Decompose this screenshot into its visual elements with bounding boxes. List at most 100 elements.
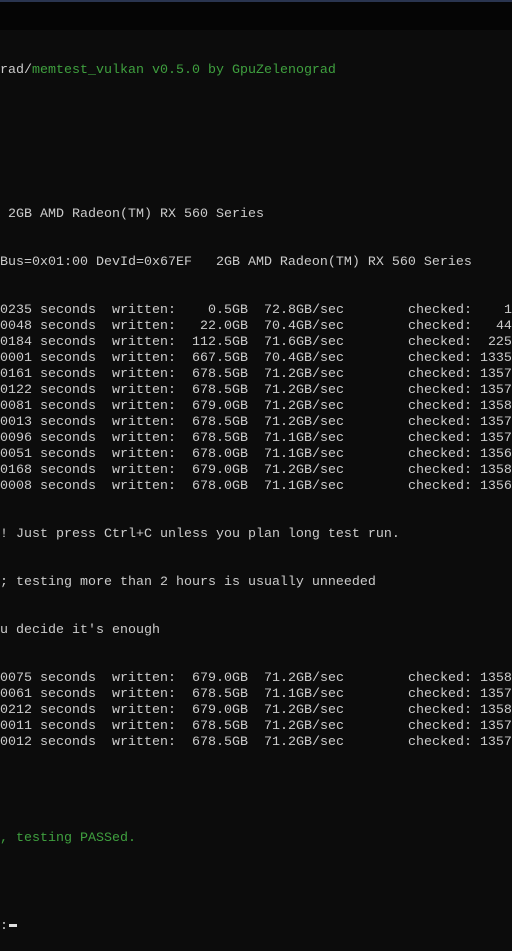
row-checked: 1356 xyxy=(479,447,512,462)
seconds-label: seconds xyxy=(40,479,96,494)
row-checked: 1357 xyxy=(479,687,512,702)
row-seconds: 0008 xyxy=(0,479,32,494)
table-row: 0212 seconds written: 679.0GB 71.2GB/sec … xyxy=(0,703,512,719)
checked-label: checked: xyxy=(407,479,472,494)
written-label: written: xyxy=(112,447,176,462)
row-rate: 71.2GB/sec xyxy=(263,367,344,382)
row-seconds: 0061 xyxy=(0,687,32,702)
row-written: 678.5GB xyxy=(191,415,248,430)
row-written: 679.0GB xyxy=(191,671,248,686)
path-prefix: rad/ xyxy=(0,63,32,78)
row-written: 679.0GB xyxy=(191,703,248,718)
row-written: 678.5GB xyxy=(191,719,248,734)
row-rate: 71.2GB/sec xyxy=(263,735,344,750)
header-line: rad/memtest_vulkan v0.5.0 by GpuZelenogr… xyxy=(0,63,512,79)
row-checked: 1357 xyxy=(479,367,512,382)
message-line: ! Just press Ctrl+C unless you plan long… xyxy=(0,527,400,542)
checked-label: checked: xyxy=(407,335,472,350)
row-seconds: 0011 xyxy=(0,719,32,734)
table-row: 0161 seconds written: 678.5GB 71.2GB/sec … xyxy=(0,367,512,383)
row-seconds: 0051 xyxy=(0,447,32,462)
checked-label: checked: xyxy=(407,687,472,702)
checked-label: checked: xyxy=(407,431,472,446)
seconds-label: seconds xyxy=(40,687,96,702)
table-row: 0008 seconds written: 678.0GB 71.1GB/sec … xyxy=(0,479,512,495)
checked-label: checked: xyxy=(407,671,472,686)
terminal-output[interactable]: rad/memtest_vulkan v0.5.0 by GpuZelenogr… xyxy=(0,31,512,951)
seconds-label: seconds xyxy=(40,463,96,478)
seconds-label: seconds xyxy=(40,351,96,366)
row-checked: 44 xyxy=(495,319,512,334)
written-label: written: xyxy=(112,463,176,478)
table-row: 0081 seconds written: 679.0GB 71.2GB/sec … xyxy=(0,399,512,415)
row-written: 679.0GB xyxy=(191,463,248,478)
app-title: memtest_vulkan v0.5.0 by GpuZelenograd xyxy=(32,63,336,78)
row-written: 667.5GB xyxy=(191,351,248,366)
row-seconds: 0235 xyxy=(0,303,32,318)
seconds-label: seconds xyxy=(40,383,96,398)
table-row: 0122 seconds written: 678.5GB 71.2GB/sec … xyxy=(0,383,512,399)
row-written: 678.5GB xyxy=(191,687,248,702)
written-label: written: xyxy=(112,671,176,686)
seconds-label: seconds xyxy=(40,719,96,734)
written-label: written: xyxy=(112,319,176,334)
row-rate: 71.1GB/sec xyxy=(263,431,344,446)
row-checked: 1356 xyxy=(479,479,512,494)
row-rate: 71.2GB/sec xyxy=(263,399,344,414)
table-row: 0061 seconds written: 678.5GB 71.1GB/sec … xyxy=(0,687,512,703)
result-line: , testing PASSed. xyxy=(0,831,136,846)
seconds-label: seconds xyxy=(40,671,96,686)
progress-rows: 0075 seconds written: 679.0GB 71.2GB/sec … xyxy=(0,671,512,751)
written-label: written: xyxy=(112,687,176,702)
row-rate: 71.2GB/sec xyxy=(263,463,344,478)
row-checked: 1 xyxy=(503,303,512,318)
seconds-label: seconds xyxy=(40,703,96,718)
written-label: written: xyxy=(112,479,176,494)
row-seconds: 0048 xyxy=(0,319,32,334)
seconds-label: seconds xyxy=(40,335,96,350)
row-seconds: 0161 xyxy=(0,367,32,382)
table-row: 0011 seconds written: 678.5GB 71.2GB/sec … xyxy=(0,719,512,735)
table-row: 0051 seconds written: 678.0GB 71.1GB/sec … xyxy=(0,447,512,463)
written-label: written: xyxy=(112,431,176,446)
written-label: written: xyxy=(112,335,176,350)
row-seconds: 0212 xyxy=(0,703,32,718)
row-written: 0.5GB xyxy=(207,303,248,318)
row-written: 678.5GB xyxy=(191,735,248,750)
row-rate: 71.1GB/sec xyxy=(263,479,344,494)
checked-label: checked: xyxy=(407,351,472,366)
prompt-line[interactable]: : xyxy=(0,919,512,935)
device-line: 2GB AMD Radeon(TM) RX 560 Series xyxy=(0,207,264,222)
seconds-label: seconds xyxy=(40,735,96,750)
written-label: written: xyxy=(112,351,176,366)
row-rate: 70.4GB/sec xyxy=(263,319,344,334)
checked-label: checked: xyxy=(407,703,472,718)
written-label: written: xyxy=(112,367,176,382)
seconds-label: seconds xyxy=(40,447,96,462)
row-checked: 1357 xyxy=(479,431,512,446)
row-written: 679.0GB xyxy=(191,399,248,414)
window-title-bar xyxy=(0,0,512,30)
written-label: written: xyxy=(112,415,176,430)
row-rate: 71.2GB/sec xyxy=(263,383,344,398)
row-rate: 71.1GB/sec xyxy=(263,687,344,702)
message-line: u decide it's enough xyxy=(0,623,160,638)
row-checked: 1358 xyxy=(479,703,512,718)
row-rate: 70.4GB/sec xyxy=(263,351,344,366)
row-written: 678.5GB xyxy=(191,367,248,382)
row-written: 678.0GB xyxy=(191,479,248,494)
row-seconds: 0096 xyxy=(0,431,32,446)
table-row: 0075 seconds written: 679.0GB 71.2GB/sec … xyxy=(0,671,512,687)
written-label: written: xyxy=(112,719,176,734)
progress-rows: 0235 seconds written: 0.5GB 72.8GB/sec ch… xyxy=(0,303,512,495)
row-checked: 1357 xyxy=(479,735,512,750)
row-checked: 1357 xyxy=(479,719,512,734)
row-seconds: 0012 xyxy=(0,735,32,750)
row-rate: 71.1GB/sec xyxy=(263,447,344,462)
device-info-line: Bus=0x01:00 DevId=0x67EF 2GB AMD Radeon(… xyxy=(0,255,472,270)
seconds-label: seconds xyxy=(40,319,96,334)
seconds-label: seconds xyxy=(40,399,96,414)
text-cursor xyxy=(9,923,17,927)
table-row: 0096 seconds written: 678.5GB 71.1GB/sec … xyxy=(0,431,512,447)
row-checked: 1358 xyxy=(479,671,512,686)
